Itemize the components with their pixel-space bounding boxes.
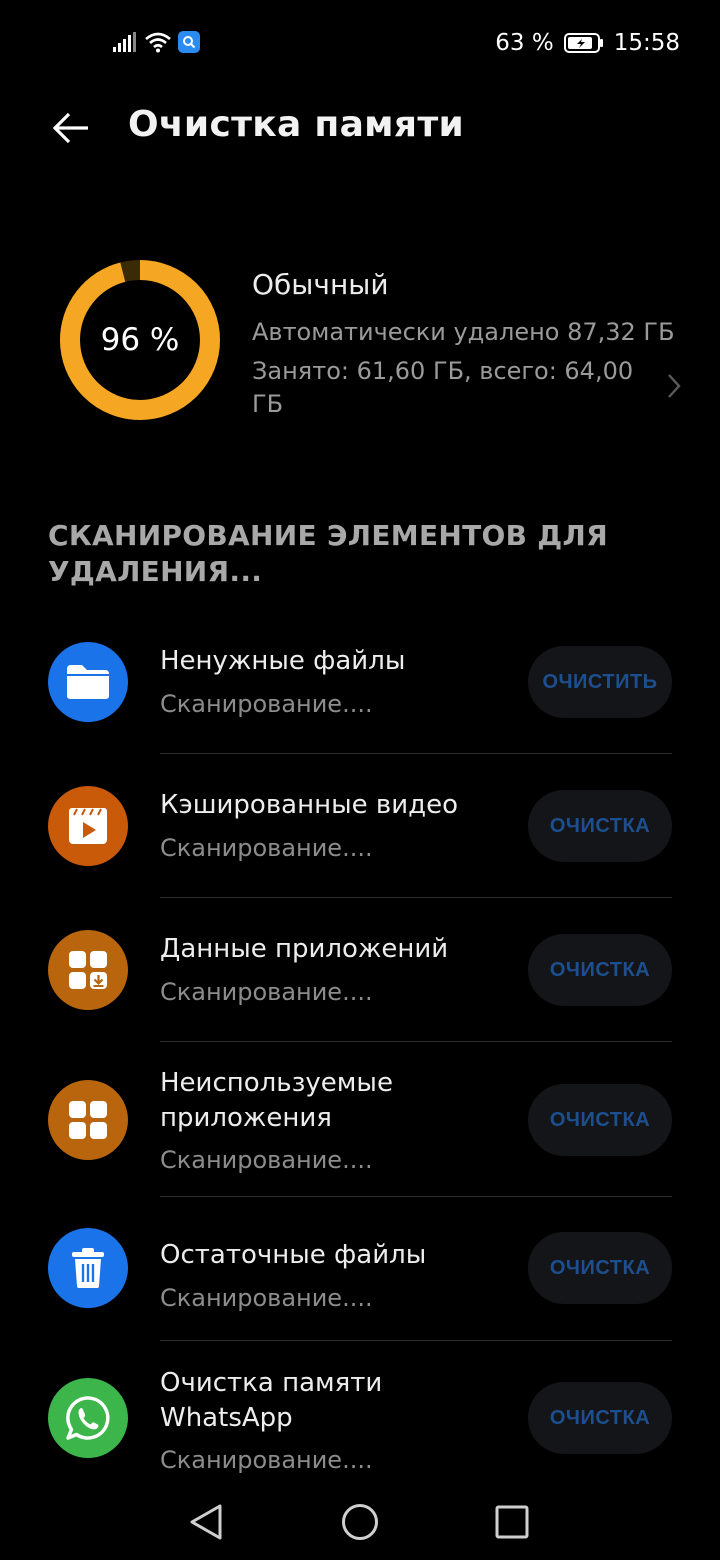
- circle-home-icon: [342, 1504, 378, 1540]
- nav-recents-button[interactable]: [482, 1494, 542, 1550]
- auto-deleted-text: Автоматически удалено 87,32 ГБ: [252, 318, 675, 346]
- clean-app-data-button[interactable]: ОЧИСТКА: [528, 934, 672, 1006]
- folder-icon: [67, 665, 109, 699]
- divider: [160, 1041, 672, 1042]
- row-title: Неиспользуемые приложения: [160, 1068, 393, 1133]
- video-icon: [69, 808, 107, 844]
- apps-grid-icon: [69, 1101, 107, 1139]
- row-title: Ненужные файлы: [160, 646, 406, 676]
- battery-icon: [563, 33, 603, 53]
- row-icon-circle: [48, 786, 128, 866]
- storage-usage-text: Занято: 61,60 ГБ, всего: 64,00 ГБ: [252, 357, 634, 418]
- status-icons-right: 63 % 15:58: [495, 28, 680, 58]
- row-icon-circle: [48, 1378, 128, 1458]
- row-title: Данные приложений: [160, 934, 449, 964]
- storage-percent-label: 96 %: [100, 322, 180, 358]
- row-subtitle: Сканирование....: [160, 690, 373, 718]
- nav-home-button[interactable]: [330, 1494, 390, 1550]
- divider: [160, 753, 672, 754]
- section-heading: СКАНИРОВАНИЕ ЭЛЕМЕНТОВ ДЛЯ УДАЛЕНИЯ...: [48, 519, 608, 588]
- nav-back-button[interactable]: [176, 1494, 236, 1550]
- chevron-right-icon: [662, 366, 686, 406]
- wifi-icon: [145, 32, 171, 53]
- search-app-icon: [178, 31, 200, 53]
- app-data-icon: [69, 951, 107, 989]
- row-title: Очистка памяти WhatsApp: [160, 1368, 383, 1433]
- row-icon-circle: [48, 1228, 128, 1308]
- clean-cached-videos-button[interactable]: ОЧИСТКА: [528, 790, 672, 862]
- page-title: Очистка памяти: [128, 104, 465, 145]
- divider: [160, 1196, 672, 1197]
- whatsapp-icon: [66, 1396, 110, 1440]
- storage-summary[interactable]: 96 % Обычный Автоматически удалено 87,32…: [0, 258, 720, 428]
- system-nav-bar: [0, 1484, 720, 1560]
- status-bar: 63 % 15:58: [0, 0, 720, 86]
- clean-whatsapp-button[interactable]: ОЧИСТКА: [528, 1382, 672, 1454]
- status-icons-left: [112, 28, 200, 56]
- clean-junk-files-button[interactable]: ОЧИСТИТЬ: [528, 646, 672, 718]
- divider: [160, 1340, 672, 1341]
- storage-usage-ring: 96 %: [58, 258, 222, 422]
- row-icon-circle: [48, 1080, 128, 1160]
- row-title: Кэшированные видео: [160, 790, 458, 820]
- row-title: Остаточные файлы: [160, 1240, 427, 1270]
- battery-percent: 63 %: [495, 30, 554, 56]
- row-subtitle: Сканирование....: [160, 1284, 373, 1312]
- app-header: Очистка памяти: [0, 96, 720, 160]
- arrow-left-icon: [52, 112, 88, 144]
- triangle-back-icon: [190, 1504, 222, 1540]
- row-icon-circle: [48, 930, 128, 1010]
- storage-status: Обычный: [252, 268, 389, 301]
- trash-icon: [72, 1248, 104, 1288]
- row-subtitle: Сканирование....: [160, 1146, 373, 1174]
- row-subtitle: Сканирование....: [160, 1446, 373, 1474]
- signal-icon: [113, 32, 136, 52]
- clean-unused-apps-button[interactable]: ОЧИСТКА: [528, 1084, 672, 1156]
- clean-residual-files-button[interactable]: ОЧИСТКА: [528, 1232, 672, 1304]
- row-subtitle: Сканирование....: [160, 834, 373, 862]
- square-recents-icon: [495, 1505, 529, 1539]
- back-button[interactable]: [42, 100, 100, 156]
- row-icon-circle: [48, 642, 128, 722]
- divider: [160, 897, 672, 898]
- row-subtitle: Сканирование....: [160, 978, 373, 1006]
- clock: 15:58: [613, 30, 680, 56]
